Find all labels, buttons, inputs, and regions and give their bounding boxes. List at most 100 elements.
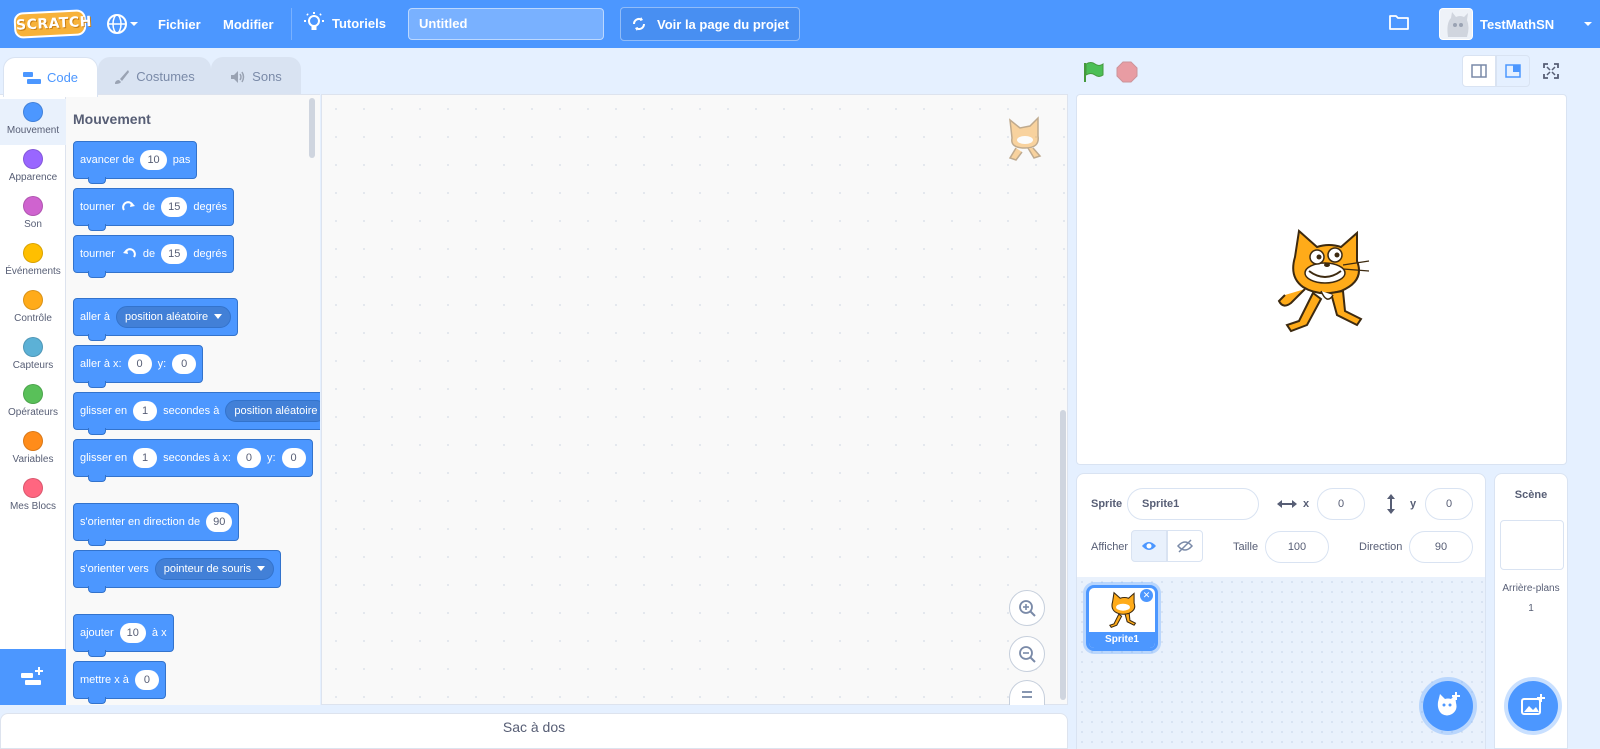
- delete-sprite-button[interactable]: ✕: [1139, 588, 1154, 603]
- show-label: Afficher: [1091, 541, 1129, 553]
- block-text: s'orienter en direction de: [80, 516, 201, 528]
- block-palette: Mouvement avancer de 10 pas tourner de 1…: [66, 94, 320, 705]
- large-stage-button[interactable]: [1496, 55, 1530, 87]
- category-my-blocks[interactable]: Mes Blocs: [0, 478, 66, 512]
- block-turn-right[interactable]: tourner de 15 degrés: [73, 188, 234, 231]
- green-flag-button[interactable]: [1081, 60, 1105, 89]
- category-dot: [23, 290, 43, 310]
- tab-code[interactable]: Code: [3, 57, 98, 97]
- block-input[interactable]: 1: [133, 401, 158, 421]
- category-variables[interactable]: Variables: [0, 431, 66, 465]
- cat-sprite-icon[interactable]: [1273, 225, 1377, 337]
- block-input[interactable]: 1: [133, 448, 158, 468]
- stage-canvas[interactable]: [1076, 94, 1567, 465]
- block-goto[interactable]: aller à position aléatoire: [73, 298, 239, 341]
- block-input[interactable]: 10: [119, 623, 146, 643]
- caret-down-icon: [214, 314, 223, 319]
- block-text: à x: [151, 627, 167, 639]
- block-input[interactable]: 0: [134, 670, 159, 690]
- block-glide[interactable]: glisser en 1 secondes à position aléatoi…: [73, 392, 320, 435]
- size-input[interactable]: 100: [1265, 531, 1329, 563]
- dropdown-value: pointeur de souris: [163, 563, 252, 575]
- block-turn-left[interactable]: tourner de 15 degrés: [73, 235, 234, 278]
- block-dropdown[interactable]: pointeur de souris: [154, 558, 275, 580]
- block-text: de: [142, 201, 156, 213]
- block-change-x[interactable]: ajouter 10 à x: [73, 614, 174, 657]
- stop-button[interactable]: [1115, 60, 1139, 89]
- block-input[interactable]: 10: [140, 150, 167, 170]
- zoom-in-button[interactable]: [1009, 590, 1045, 626]
- category-sensing[interactable]: Capteurs: [0, 337, 66, 371]
- scratch-logo[interactable]: SCRATCH: [13, 9, 92, 39]
- category-events[interactable]: Événements: [0, 243, 66, 277]
- small-stage-icon: [1471, 64, 1487, 78]
- speaker-icon: [231, 70, 245, 83]
- block-input-y[interactable]: 0: [172, 354, 197, 374]
- zoom-out-button[interactable]: [1009, 636, 1045, 672]
- block-input-x[interactable]: 0: [236, 448, 261, 468]
- block-glide-xy[interactable]: glisser en 1 secondes à x: 0 y: 0: [73, 439, 313, 482]
- folder-icon: [1389, 15, 1409, 30]
- workspace-scrollbar[interactable]: [1060, 410, 1066, 700]
- add-extension-button[interactable]: [0, 649, 66, 705]
- code-workspace[interactable]: [321, 94, 1068, 705]
- choose-sprite-button[interactable]: [1423, 681, 1473, 731]
- choose-backdrop-button[interactable]: [1508, 681, 1558, 731]
- project-title-input[interactable]: Untitled: [408, 8, 604, 40]
- block-dropdown[interactable]: position aléatoire: [115, 306, 232, 328]
- block-dropdown[interactable]: position aléatoire: [225, 400, 320, 422]
- zoom-in-icon: [1019, 600, 1036, 617]
- y-input[interactable]: 0: [1425, 488, 1473, 520]
- cat-avatar-icon: [1440, 9, 1472, 39]
- category-looks[interactable]: Apparence: [0, 149, 66, 183]
- tab-costumes[interactable]: Costumes: [98, 57, 211, 95]
- category-control[interactable]: Contrôle: [0, 290, 66, 324]
- block-point-towards[interactable]: s'orienter vers pointeur de souris: [73, 550, 282, 593]
- direction-input[interactable]: 90: [1409, 531, 1473, 563]
- category-dot: [23, 431, 43, 451]
- sprite-name-input[interactable]: Sprite1: [1127, 488, 1259, 520]
- paintbrush-icon: [115, 69, 130, 84]
- block-text: glisser en: [80, 405, 128, 417]
- block-input[interactable]: 90: [206, 512, 233, 532]
- show-sprite-button[interactable]: [1131, 530, 1167, 562]
- direction-label: Direction: [1359, 541, 1403, 553]
- language-menu[interactable]: [106, 12, 146, 36]
- category-sound[interactable]: Son: [0, 196, 66, 230]
- backdrop-thumbnail[interactable]: [1500, 520, 1564, 570]
- category-motion[interactable]: Mouvement: [0, 99, 66, 145]
- block-move-steps[interactable]: avancer de 10 pas: [73, 141, 198, 184]
- edit-menu[interactable]: Modifier: [223, 17, 274, 32]
- block-point-direction[interactable]: s'orienter en direction de 90: [73, 503, 240, 546]
- scene-title: Scène: [1514, 489, 1548, 501]
- block-input[interactable]: 15: [161, 244, 188, 264]
- my-stuff-button[interactable]: [1388, 12, 1410, 35]
- category-operators[interactable]: Opérateurs: [0, 384, 66, 418]
- see-project-page-button[interactable]: Voir la page du projet: [620, 7, 800, 41]
- username[interactable]: TestMathSN: [1480, 17, 1554, 32]
- tutorials-button[interactable]: Tutoriels: [304, 12, 386, 34]
- large-stage-icon: [1505, 64, 1521, 78]
- backpack-header[interactable]: Sac à dos: [0, 713, 1068, 749]
- category-dot: [23, 149, 43, 169]
- tab-sounds[interactable]: Sons: [211, 57, 301, 95]
- block-input[interactable]: 15: [161, 197, 188, 217]
- category-label: Événements: [5, 266, 61, 277]
- block-input-x[interactable]: 0: [127, 354, 152, 374]
- block-text: tourner: [80, 201, 115, 213]
- user-avatar[interactable]: [1439, 8, 1473, 40]
- small-stage-button[interactable]: [1462, 55, 1496, 87]
- hide-sprite-button[interactable]: [1167, 530, 1203, 562]
- block-set-x[interactable]: mettre x à 0: [73, 661, 166, 704]
- caret-down-icon[interactable]: [1582, 18, 1594, 30]
- category-label: Apparence: [8, 172, 58, 183]
- palette-scrollbar[interactable]: [309, 98, 315, 158]
- fullscreen-button[interactable]: [1534, 55, 1568, 87]
- block-text: glisser en: [80, 452, 128, 464]
- file-menu[interactable]: Fichier: [158, 17, 201, 32]
- backdrops-label: Arrière-plans: [1502, 583, 1560, 594]
- x-input[interactable]: 0: [1317, 488, 1365, 520]
- block-input-y[interactable]: 0: [281, 448, 306, 468]
- block-goto-xy[interactable]: aller à x: 0 y: 0: [73, 345, 204, 388]
- rotate-left-icon: [122, 248, 136, 258]
